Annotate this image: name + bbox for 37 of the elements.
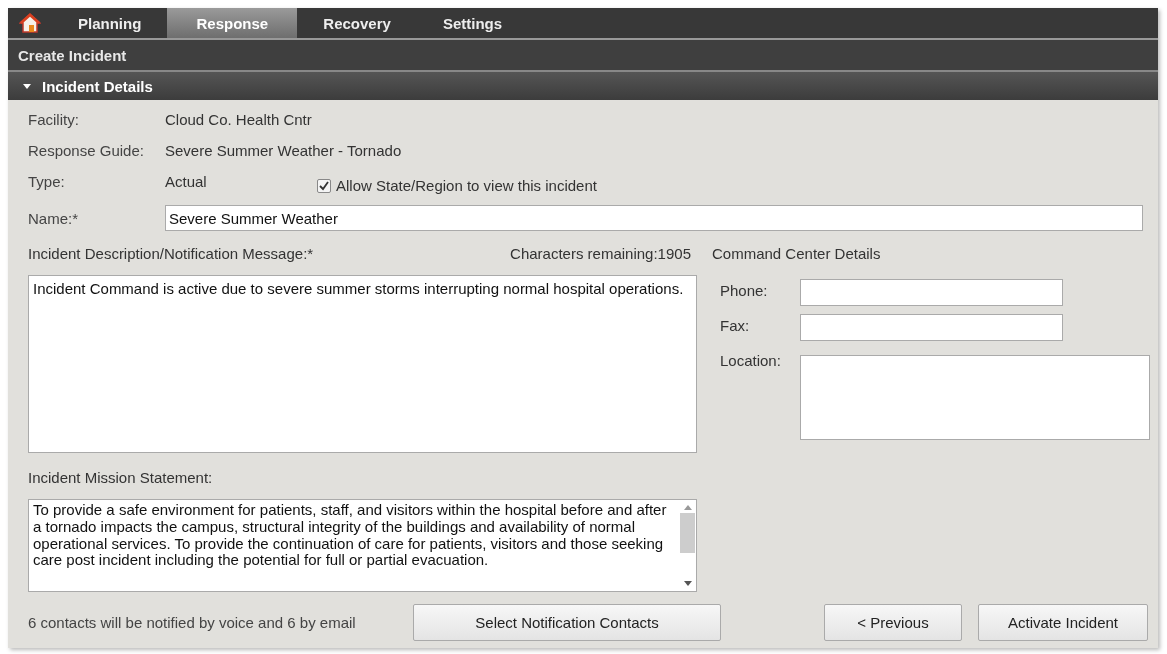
text-area[interactable] xyxy=(800,355,1150,440)
notification-summary: 6 contacts will be notified by voice and 6 by email xyxy=(28,614,357,631)
name-field[interactable]: Severe Summer Weather xyxy=(165,205,1143,231)
section-title: Command Center Details xyxy=(712,243,882,264)
field-value: To provide a safe environment for patients, staff, and visitors within the hospital before and after a tornado impacts the campus, structural integrity of the buildings and availability of normal operational services. To provide the continuation of care for patients, visitors and those seeking care post incident including the potential for full or partial evacuation. xyxy=(32,500,668,571)
field-label: Phone: xyxy=(719,281,769,301)
previous-button[interactable]: < Previous xyxy=(824,604,962,641)
character-counter: Characters remaining:1905 xyxy=(510,244,691,262)
nav-tab[interactable]: Settings xyxy=(416,8,529,38)
field-label: Response Guide: xyxy=(28,142,145,159)
field-value: Actual xyxy=(165,173,208,190)
select-contacts-button[interactable]: Select Notification Contacts xyxy=(413,604,721,641)
nav-tab[interactable]: Planning xyxy=(52,8,168,38)
field-value: Cloud Co. Health Cntr xyxy=(165,111,313,128)
field-label: Facility: xyxy=(28,111,80,128)
nav-tab[interactable]: Response xyxy=(167,8,298,38)
field-label: Incident Mission Statement: xyxy=(28,469,214,488)
scroll-up-icon[interactable] xyxy=(683,504,692,510)
input-field[interactable] xyxy=(800,279,1063,306)
caret-icon xyxy=(22,81,32,91)
checkbox[interactable] xyxy=(317,178,331,193)
mission-field[interactable] xyxy=(28,499,697,592)
field-label: Name:* xyxy=(28,209,80,227)
section-header[interactable]: Incident Details xyxy=(8,72,1158,100)
field-value: Severe Summer Weather - Tornado xyxy=(165,142,402,159)
description-field[interactable]: Incident Command is active due to severe summer storms interrupting normal hospital operations. xyxy=(28,275,697,453)
field-label: Location: xyxy=(719,351,782,371)
field-label: Type: xyxy=(28,173,66,190)
field-label: Fax: xyxy=(719,316,751,336)
checkbox-label: Allow State/Region to view this incident xyxy=(336,177,597,194)
scroll-down-icon[interactable] xyxy=(683,581,692,587)
page-title: Create Incident xyxy=(18,46,127,64)
field-label: Incident Description/Notification Message:* xyxy=(28,244,314,262)
nav-tab[interactable]: Recovery xyxy=(297,8,417,38)
activate-button[interactable]: Activate Incident xyxy=(978,604,1148,641)
house-icon xyxy=(19,13,41,33)
input-field[interactable] xyxy=(800,314,1063,341)
